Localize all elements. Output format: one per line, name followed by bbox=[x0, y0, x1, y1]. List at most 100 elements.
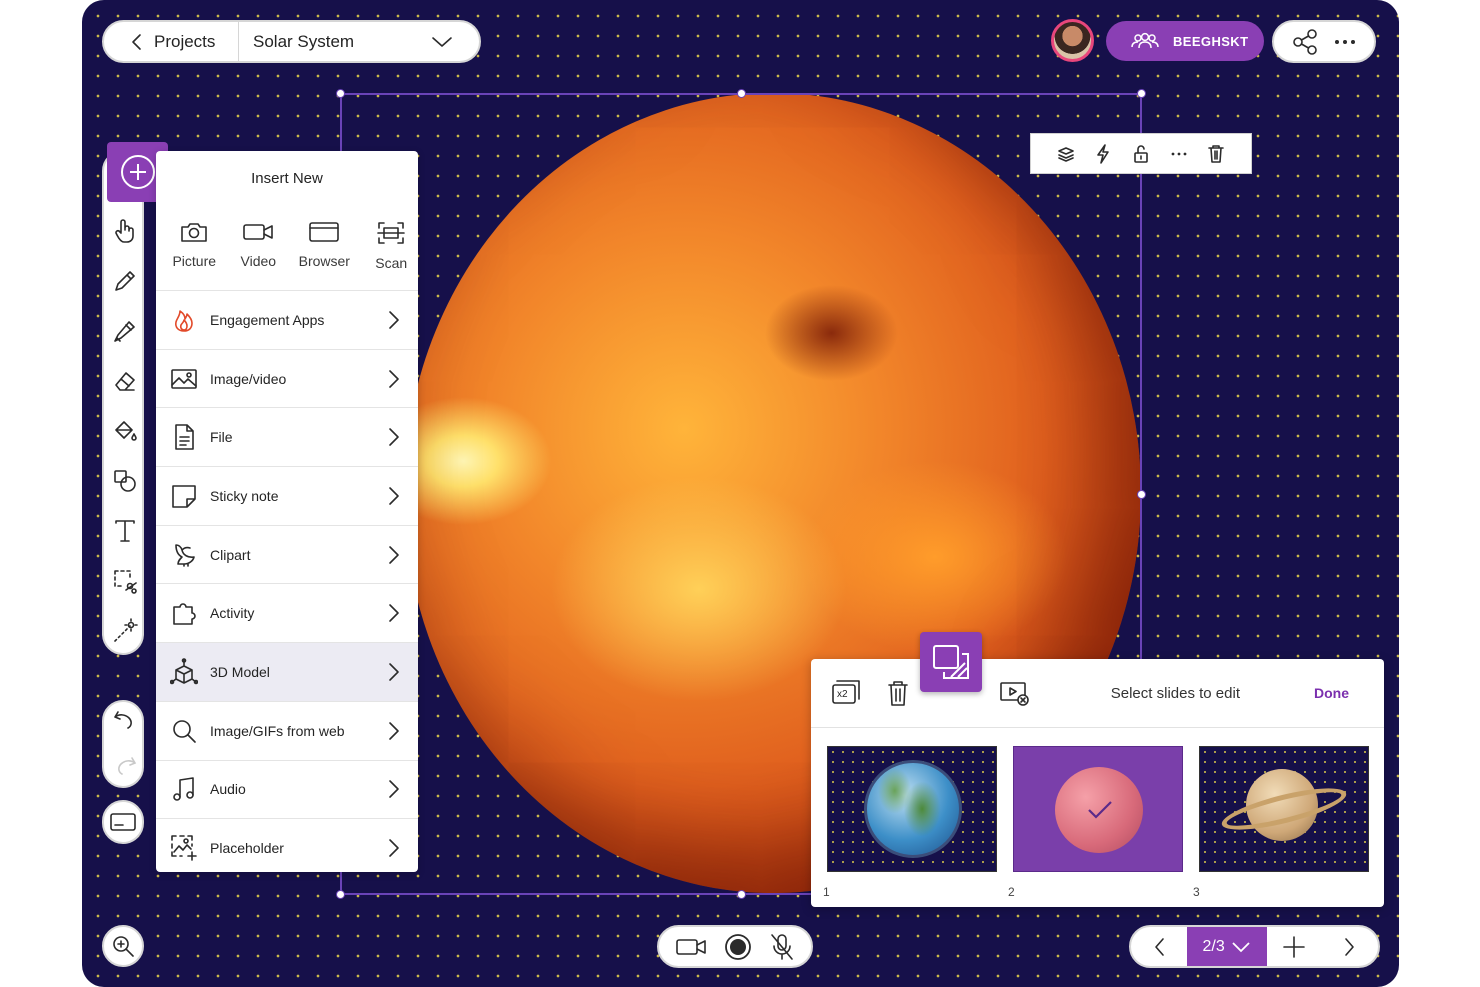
undo-icon[interactable] bbox=[112, 708, 138, 734]
slide-thumbnail[interactable] bbox=[827, 746, 997, 872]
chevron-left-icon bbox=[132, 33, 141, 50]
insert-item-label: 3D Model bbox=[210, 663, 270, 680]
insert-item-placeholder[interactable]: Placeholder bbox=[156, 818, 418, 872]
browser-icon bbox=[309, 222, 340, 242]
back-label: Projects bbox=[154, 31, 216, 51]
laser-pointer-icon[interactable] bbox=[112, 618, 138, 644]
trash-icon[interactable] bbox=[1207, 144, 1225, 164]
resize-handle[interactable] bbox=[737, 890, 746, 899]
lasso-select-icon[interactable] bbox=[112, 568, 138, 594]
microphone-muted-icon[interactable] bbox=[769, 933, 795, 961]
more-icon[interactable] bbox=[1170, 151, 1188, 157]
resize-handle[interactable] bbox=[336, 89, 345, 98]
eraser-icon[interactable] bbox=[112, 368, 138, 394]
hide-slide-icon[interactable] bbox=[999, 680, 1031, 706]
duplicate-slide-button[interactable]: x2 bbox=[831, 679, 861, 707]
slide-thumbnail-selected[interactable] bbox=[1013, 746, 1183, 872]
project-title-dropdown[interactable]: Solar System bbox=[239, 32, 479, 52]
insert-item-image-video[interactable]: Image/video bbox=[156, 348, 418, 408]
cube-icon bbox=[170, 658, 198, 685]
project-title: Solar System bbox=[253, 31, 355, 51]
done-button[interactable]: Done bbox=[1314, 685, 1349, 701]
team-name: BEEGHSKT bbox=[1173, 33, 1249, 49]
unlock-icon[interactable] bbox=[1132, 144, 1150, 164]
search-icon bbox=[173, 719, 196, 743]
undo-redo-group bbox=[102, 700, 144, 788]
delete-slide-icon[interactable] bbox=[887, 679, 909, 707]
object-toolbar bbox=[1030, 133, 1252, 174]
slide-editor-title: Select slides to edit bbox=[1110, 684, 1240, 702]
insert-item-label: Sticky note bbox=[210, 487, 279, 504]
insert-scan-button[interactable]: Scan bbox=[364, 206, 418, 290]
insert-item-label: Engagement Apps bbox=[210, 311, 325, 328]
checkmark-icon bbox=[1088, 801, 1112, 819]
quick-insert-row: Picture Video Browser Scan bbox=[156, 206, 418, 290]
team-button[interactable]: BEEGHSKT bbox=[1106, 21, 1264, 61]
chevron-right-icon bbox=[389, 545, 399, 564]
avatar[interactable] bbox=[1051, 19, 1094, 62]
slide-pager: 2/3 bbox=[1129, 925, 1380, 968]
resize-handle[interactable] bbox=[336, 890, 345, 899]
project-breadcrumb: Projects Solar System bbox=[102, 20, 481, 63]
insert-item-label: Activity bbox=[210, 605, 255, 622]
insert-item-3d-model[interactable]: 3D Model bbox=[156, 642, 418, 701]
share-icon[interactable] bbox=[1291, 28, 1319, 56]
present-mode-button[interactable] bbox=[102, 800, 144, 844]
sticky-note-icon bbox=[172, 485, 196, 508]
chevron-left-icon bbox=[1155, 937, 1164, 956]
music-icon bbox=[173, 777, 194, 802]
zoom-button[interactable] bbox=[102, 925, 144, 967]
insert-item-sticky-note[interactable]: Sticky note bbox=[156, 466, 418, 525]
pen-icon[interactable] bbox=[112, 268, 138, 294]
resize-handle[interactable] bbox=[1137, 490, 1146, 499]
plus-circle-icon bbox=[120, 155, 155, 189]
insert-browser-button[interactable]: Browser bbox=[284, 206, 364, 290]
slide-counter: 2/3 bbox=[1202, 937, 1225, 955]
insert-panel-title: Insert New bbox=[251, 170, 323, 187]
select-slides-button[interactable] bbox=[920, 632, 982, 692]
insert-item-activity[interactable]: Activity bbox=[156, 583, 418, 642]
next-slide-button[interactable] bbox=[1322, 927, 1378, 966]
chevron-right-icon bbox=[389, 428, 399, 447]
slide-thumbnail[interactable] bbox=[1199, 746, 1369, 872]
insert-video-button[interactable]: Video bbox=[233, 206, 285, 290]
layers-icon[interactable] bbox=[1057, 145, 1075, 163]
video-camera-icon bbox=[243, 224, 274, 240]
lightning-icon[interactable] bbox=[1094, 143, 1112, 164]
insert-picture-button[interactable]: Picture bbox=[156, 206, 233, 290]
highlighter-icon[interactable] bbox=[112, 318, 138, 344]
quick-label: Picture bbox=[172, 253, 217, 269]
text-icon[interactable] bbox=[112, 518, 138, 544]
duplicate-badge: x2 bbox=[837, 689, 848, 700]
resize-handle[interactable] bbox=[1137, 89, 1146, 98]
resize-handle[interactable] bbox=[737, 89, 746, 98]
fill-bucket-icon[interactable] bbox=[112, 418, 138, 444]
insert-item-image-gifs-from-web[interactable]: Image/GIFs from web bbox=[156, 700, 418, 760]
back-to-projects-button[interactable]: Projects bbox=[104, 22, 239, 61]
chevron-right-icon bbox=[389, 311, 399, 329]
chevron-right-icon bbox=[389, 721, 399, 740]
chevron-down-icon bbox=[1232, 941, 1250, 952]
chevron-down-icon bbox=[432, 36, 452, 47]
slide-counter-dropdown[interactable]: 2/3 bbox=[1186, 927, 1267, 966]
insert-item-audio[interactable]: Audio bbox=[156, 759, 418, 819]
hand-pointer-icon[interactable] bbox=[112, 218, 138, 244]
insert-item-label: File bbox=[210, 429, 233, 446]
more-options-icon[interactable] bbox=[1333, 38, 1357, 46]
recording-controls bbox=[657, 925, 813, 968]
slide-number: 1 bbox=[823, 885, 830, 899]
previous-slide-button[interactable] bbox=[1131, 927, 1187, 966]
file-icon bbox=[175, 424, 194, 451]
slide-editor-panel: x2 Select slides to edit Done 1 2 3 bbox=[811, 659, 1384, 907]
add-slide-button[interactable] bbox=[1267, 927, 1323, 966]
people-icon bbox=[1131, 32, 1159, 49]
insert-item-label: Placeholder bbox=[210, 840, 284, 857]
insert-item-file[interactable]: File bbox=[156, 407, 418, 466]
shapes-icon[interactable] bbox=[112, 468, 138, 494]
video-camera-icon[interactable] bbox=[675, 936, 707, 958]
insert-item-clipart[interactable]: Clipart bbox=[156, 524, 418, 584]
insert-item-label: Image/video bbox=[210, 370, 287, 387]
record-icon[interactable] bbox=[724, 933, 752, 961]
redo-icon[interactable] bbox=[112, 754, 138, 780]
insert-item-engagement-apps[interactable]: Engagement Apps bbox=[156, 290, 418, 349]
